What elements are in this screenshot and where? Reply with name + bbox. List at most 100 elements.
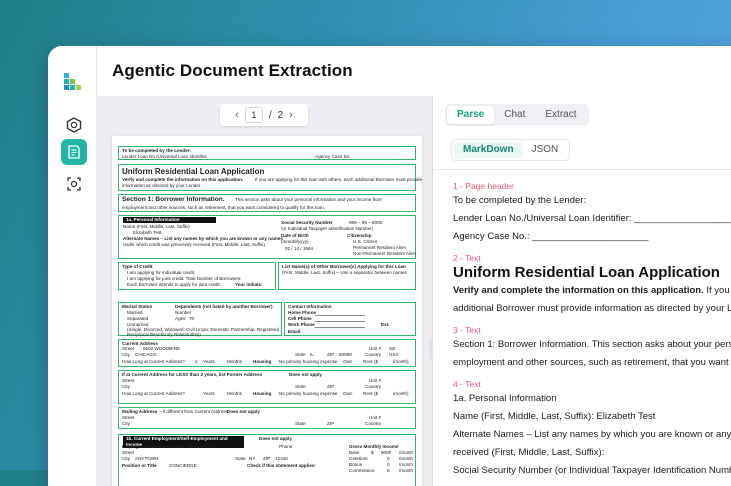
chunk-text: Section 1: Borrower Information. This se… xyxy=(453,339,731,350)
check-statement: Check if this statement applies: xyxy=(247,463,316,468)
former-city-label: City xyxy=(122,384,130,389)
page-number-input[interactable]: 1 xyxy=(244,107,263,123)
employment-box[interactable]: 1b. Current Employment/Self-Employment a… xyxy=(118,434,416,486)
document-page: To be completed by the Lender: Lender Lo… xyxy=(112,136,422,486)
work-phone: Work Phone xyxy=(288,322,315,327)
former-rent[interactable]: Rent ($ xyxy=(363,391,378,397)
how-long-label: How Long at Current Address? xyxy=(122,359,185,364)
former-years: Years xyxy=(203,391,215,396)
former-no-primary[interactable]: No primary housing expense xyxy=(279,391,337,397)
mailing-unit-label: Unit # xyxy=(369,415,382,420)
email-label: Email xyxy=(288,329,301,334)
section-1a-bar: 1a. Personal Information xyxy=(123,217,216,223)
former-street-label: Street xyxy=(122,378,135,383)
unit-label: Unit # xyxy=(369,346,382,351)
scan-icon[interactable] xyxy=(61,171,87,197)
individual-credit[interactable]: I am applying for individual credit. xyxy=(127,270,195,276)
bonus-per-month: /month xyxy=(399,462,414,467)
emp-state-value: NY xyxy=(249,456,256,461)
marital-separated[interactable]: Separated xyxy=(127,316,148,322)
current-address-box[interactable]: Current Address Street 5602 WOODBINE Uni… xyxy=(118,339,416,367)
former-does-not-apply[interactable]: Does not apply xyxy=(289,372,322,378)
chunk-text: Lender Loan No./Universal Loan Identifie… xyxy=(453,213,731,224)
former-housing: Housing xyxy=(253,391,272,396)
list-names-label: List Name(s) of Other Borrower(s) Applyi… xyxy=(282,264,406,269)
own-option[interactable]: Own xyxy=(343,359,352,365)
personal-info-box[interactable]: 1a. Personal Information Name (First, Mi… xyxy=(118,215,416,259)
logo-icon[interactable] xyxy=(63,72,83,94)
tab-parse[interactable]: Parse xyxy=(447,106,495,124)
former-address-box[interactable]: If at Current Address for LESS than 2 ye… xyxy=(118,370,416,404)
contact-info-box[interactable]: Contact Information Home Phone Cell Phon… xyxy=(284,302,416,336)
alt-names-label2: under which credit was previously receiv… xyxy=(123,242,265,247)
mailing-address-box[interactable]: Mailing Address – if different from Curr… xyxy=(118,407,416,429)
base-value: 9000 xyxy=(381,450,392,455)
chunk-label: 4 - Text xyxy=(453,379,481,389)
chevron-right-icon[interactable]: › xyxy=(289,109,293,121)
agency-case: Agency Case No. xyxy=(315,154,351,159)
tab-extract[interactable]: Extract xyxy=(535,106,586,124)
document-viewer[interactable]: ‹ 1 / 2 › To be completed by the Lender:… xyxy=(96,96,433,486)
ssn-label: Social Security Number xyxy=(281,220,333,225)
joint-credit[interactable]: I am applying for joint credit. Total Nu… xyxy=(127,276,242,282)
tab-markdown[interactable]: MarkDown xyxy=(454,142,523,158)
ssn-value: 999 – 99 – 9000 xyxy=(349,220,383,225)
country-label: Country xyxy=(365,352,382,357)
mailing-country-label: Country xyxy=(365,421,382,426)
citizenship-nonpermanent[interactable]: Non-Permanent Resident Alien xyxy=(353,251,416,257)
verify-rest: If you are applying for this loan with o… xyxy=(255,177,422,182)
mailing-zip-label: ZIP xyxy=(327,421,335,426)
former-own[interactable]: Own xyxy=(343,391,352,397)
itin-label: (or Individual Taxpayer Identification N… xyxy=(281,226,374,231)
employer-label: Employer or Business Name xyxy=(122,444,185,449)
commission-label: Commission xyxy=(349,468,375,473)
app-window: Agentic Document Extraction ‹ 1 / 2 › To… xyxy=(48,46,731,486)
section1-title: Section 1: Borrower Information. xyxy=(122,196,225,203)
dependents-number: Number xyxy=(175,310,192,315)
former-unit-label: Unit # xyxy=(369,378,382,383)
former-rent-month: /month) xyxy=(393,391,409,396)
other-borrowers-box[interactable]: List Name(s) of Other Borrower(s) Applyi… xyxy=(278,262,416,290)
emp-city-label: City xyxy=(122,456,130,461)
marital-status-box[interactable]: Marital Status Married Separated Unmarri… xyxy=(118,302,282,337)
page-header-box[interactable]: To be completed by the Lender: Lender Lo… xyxy=(118,146,416,160)
tab-json[interactable]: JSON xyxy=(523,142,568,158)
chunk-text: Social Security Number (or Individual Ta… xyxy=(453,465,731,476)
former-zip-label: ZIP xyxy=(327,384,335,389)
title-box[interactable]: Uniform Residential Loan Application Ver… xyxy=(118,164,422,191)
emp-does-not-apply[interactable]: Does not apply xyxy=(259,436,292,442)
each-borrower: Each Borrower intends to apply for joint… xyxy=(127,282,221,287)
emp-zip-label: ZIP xyxy=(263,456,271,461)
home-phone: Home Phone xyxy=(288,310,317,315)
form-title: Uniform Residential Loan Application xyxy=(122,167,265,176)
chevron-left-icon[interactable]: ‹ xyxy=(235,109,239,121)
hexagon-icon[interactable] xyxy=(61,112,87,138)
section1-desc: This section asks about your personal in… xyxy=(235,197,382,202)
rent-month: /month) xyxy=(393,359,409,364)
mailing-city-label: City xyxy=(122,421,130,426)
marital-married[interactable]: Married xyxy=(127,310,143,316)
dob-value: 02 / 14 / 1964 xyxy=(285,246,314,251)
section1-desc2: employment and other sources, such as re… xyxy=(122,205,325,210)
unit-value: SB xyxy=(389,346,396,351)
years-label: Years xyxy=(203,359,215,364)
emp-street-label: Street xyxy=(122,450,135,455)
mailing-state-label: State xyxy=(295,421,306,426)
citizenship-label: Citizenship xyxy=(347,233,372,238)
rent-option[interactable]: Rent ($ xyxy=(363,359,378,365)
chunk-text: additional Borrower must provide informa… xyxy=(453,303,731,314)
commission-value: 0 xyxy=(387,468,390,473)
credit-type-box[interactable]: Type of Credit I am applying for individ… xyxy=(118,262,276,290)
former-country-label: Country xyxy=(365,384,382,389)
mailing-does-not-apply[interactable]: Does not apply xyxy=(227,409,260,415)
citizenship-permanent[interactable]: Permanent Resident Alien xyxy=(353,245,406,251)
lender-line: Lender Loan No./Universal Loan Identifie… xyxy=(122,154,208,159)
tab-chat[interactable]: Chat xyxy=(494,106,535,124)
section1-box[interactable]: Section 1: Borrower Information. This se… xyxy=(118,194,416,212)
document-chat-icon[interactable] xyxy=(61,139,87,165)
chunk-label: 3 - Text xyxy=(453,325,481,335)
street-value: 5602 WOODBINE xyxy=(143,346,181,351)
citizenship-us[interactable]: U.S. Citizen xyxy=(353,239,377,245)
emp-state-label: State xyxy=(235,456,246,461)
no-primary-housing[interactable]: No primary housing expense xyxy=(279,359,337,365)
